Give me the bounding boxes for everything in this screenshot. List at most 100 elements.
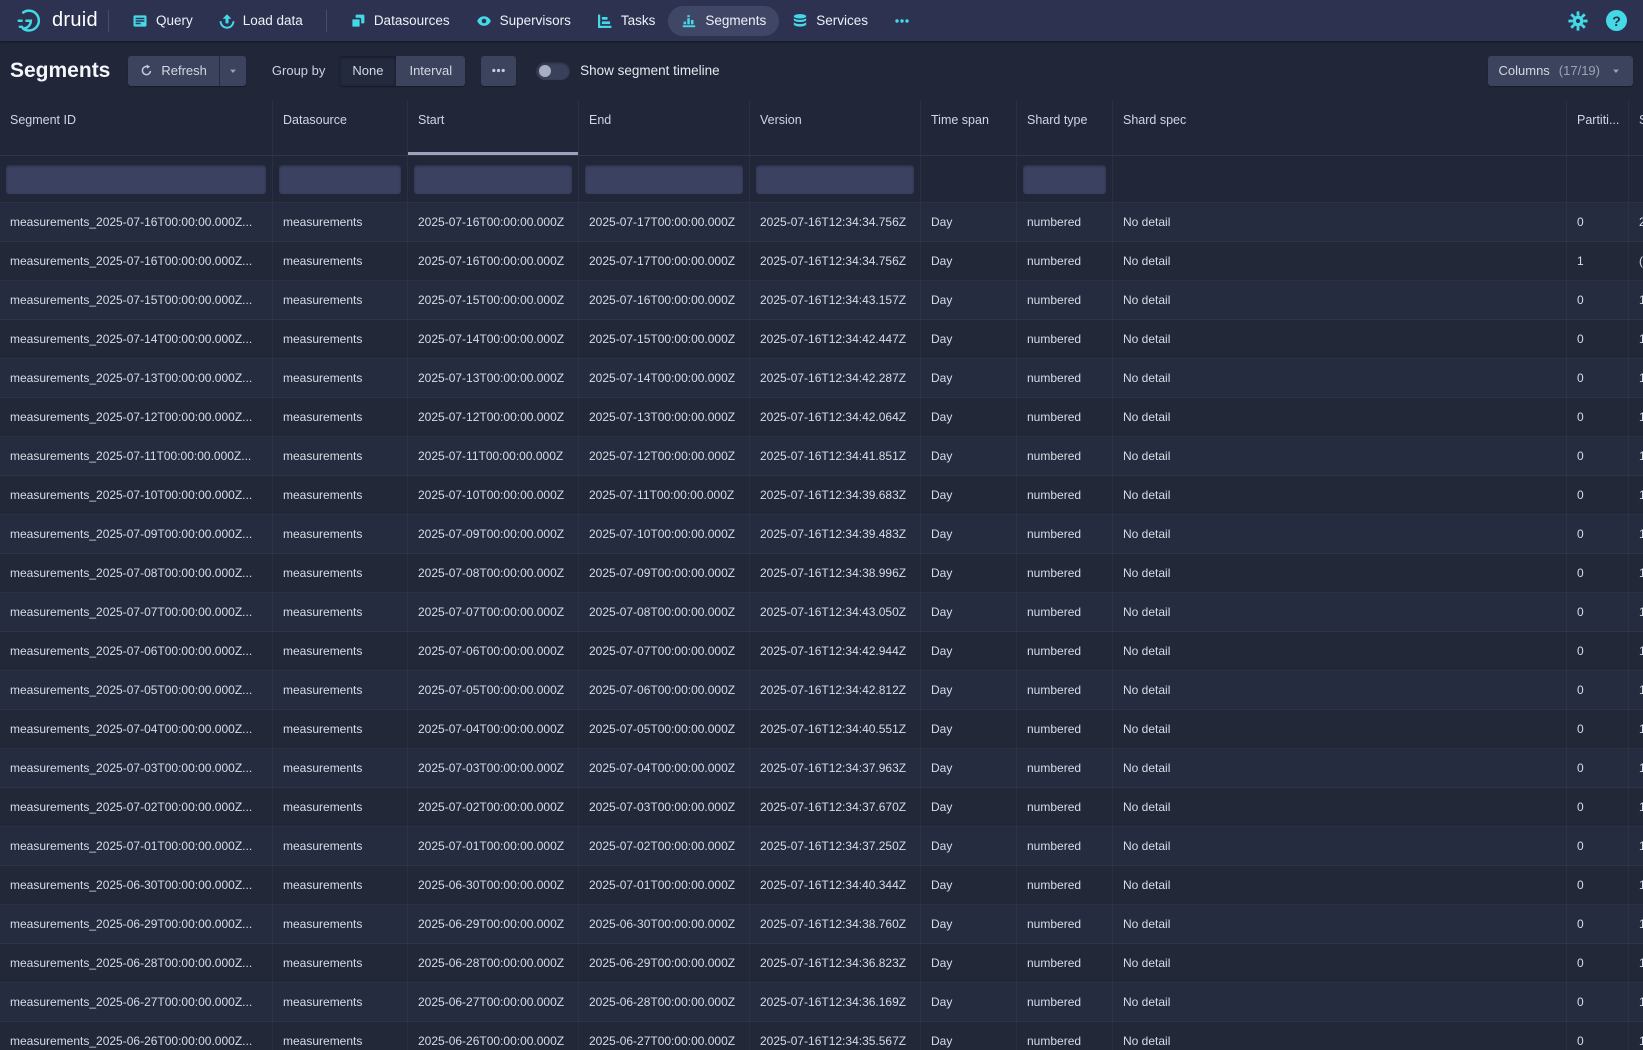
segment-timeline-switch[interactable]: Show segment timeline <box>536 62 720 80</box>
group-by-option-interval[interactable]: Interval <box>396 56 465 86</box>
cell-shard_spec: No detail <box>1113 671 1567 710</box>
columns-button[interactable]: Columns (17/19) <box>1488 56 1634 86</box>
filter-input-shard_type[interactable] <box>1023 165 1106 194</box>
cell-shard_spec: No detail <box>1113 554 1567 593</box>
table-row[interactable]: measurements_2025-07-02T00:00:00.000Z...… <box>0 788 1643 827</box>
table-row[interactable]: measurements_2025-07-13T00:00:00.000Z...… <box>0 359 1643 398</box>
table-row[interactable]: measurements_2025-07-03T00:00:00.000Z...… <box>0 749 1643 788</box>
filter-cell-segment_id <box>0 156 273 202</box>
cell-end: 2025-06-30T00:00:00.000Z <box>579 905 750 944</box>
filter-input-segment_id[interactable] <box>6 165 266 194</box>
col-header-start[interactable]: Start <box>408 100 579 155</box>
table-row[interactable]: measurements_2025-06-30T00:00:00.000Z...… <box>0 866 1643 905</box>
col-header-segment_id[interactable]: Segment ID <box>0 100 273 155</box>
cell-segment_id: measurements_2025-06-30T00:00:00.000Z... <box>0 866 273 905</box>
cell-shard_spec: No detail <box>1113 749 1567 788</box>
table-row[interactable]: measurements_2025-06-27T00:00:00.000Z...… <box>0 983 1643 1022</box>
cell-shard_type: numbered <box>1017 593 1113 632</box>
cell-size: 1 <box>1629 827 1643 866</box>
cell-time_span: Day <box>921 827 1017 866</box>
cell-version: 2025-07-16T12:34:42.447Z <box>750 320 921 359</box>
filter-input-datasource[interactable] <box>279 165 401 194</box>
table-row[interactable]: measurements_2025-07-15T00:00:00.000Z...… <box>0 281 1643 320</box>
filter-input-start[interactable] <box>414 165 572 194</box>
cell-size: 1 <box>1629 476 1643 515</box>
filter-cell-version <box>750 156 921 202</box>
table-row[interactable]: measurements_2025-06-29T00:00:00.000Z...… <box>0 905 1643 944</box>
table-row[interactable]: measurements_2025-07-10T00:00:00.000Z...… <box>0 476 1643 515</box>
table-row[interactable]: measurements_2025-07-16T00:00:00.000Z...… <box>0 242 1643 281</box>
refresh-dropdown-caret[interactable] <box>219 56 246 86</box>
more-options-button[interactable] <box>481 56 516 86</box>
toolbar: Segments Refresh Group by NoneInterval <box>0 41 1643 100</box>
col-header-end[interactable]: End <box>579 100 750 155</box>
cell-shard_spec: No detail <box>1113 632 1567 671</box>
table-row[interactable]: measurements_2025-07-06T00:00:00.000Z...… <box>0 632 1643 671</box>
cell-partition: 0 <box>1567 515 1629 554</box>
group-by-label: Group by <box>272 63 325 78</box>
table-row[interactable]: measurements_2025-07-12T00:00:00.000Z...… <box>0 398 1643 437</box>
tasks-icon <box>597 13 613 29</box>
segments-icon <box>681 13 697 29</box>
refresh-button-main[interactable]: Refresh <box>128 56 219 86</box>
cell-shard_type: numbered <box>1017 242 1113 281</box>
cell-segment_id: measurements_2025-06-26T00:00:00.000Z... <box>0 1022 273 1050</box>
cell-shard_type: numbered <box>1017 671 1113 710</box>
group-by-option-none[interactable]: None <box>339 56 396 86</box>
refresh-button[interactable]: Refresh <box>128 56 246 86</box>
switch-track[interactable] <box>536 62 570 80</box>
cell-segment_id: measurements_2025-07-14T00:00:00.000Z... <box>0 320 273 359</box>
cell-start: 2025-07-02T00:00:00.000Z <box>408 788 579 827</box>
cell-size: 1 <box>1629 398 1643 437</box>
table-row[interactable]: measurements_2025-07-01T00:00:00.000Z...… <box>0 827 1643 866</box>
cell-size: 1 <box>1629 359 1643 398</box>
cell-start: 2025-07-15T00:00:00.000Z <box>408 281 579 320</box>
col-header-shard_type[interactable]: Shard type <box>1017 100 1113 155</box>
nav-item-segments[interactable]: Segments <box>668 6 779 36</box>
table-row[interactable]: measurements_2025-07-14T00:00:00.000Z...… <box>0 320 1643 359</box>
table-row[interactable]: measurements_2025-07-04T00:00:00.000Z...… <box>0 710 1643 749</box>
table-row[interactable]: measurements_2025-07-11T00:00:00.000Z...… <box>0 437 1643 476</box>
table-row[interactable]: measurements_2025-07-08T00:00:00.000Z...… <box>0 554 1643 593</box>
cell-start: 2025-06-30T00:00:00.000Z <box>408 866 579 905</box>
load-data-icon <box>219 13 235 29</box>
cell-time_span: Day <box>921 437 1017 476</box>
nav-item-supervisors[interactable]: Supervisors <box>463 6 584 36</box>
nav-item-load-data[interactable]: Load data <box>206 6 316 36</box>
cell-shard_type: numbered <box>1017 905 1113 944</box>
filter-cell-time_span <box>921 156 1017 202</box>
nav-item-services[interactable]: Services <box>779 6 881 36</box>
col-header-time_span[interactable]: Time span <box>921 100 1017 155</box>
cell-size: 1 <box>1629 1022 1643 1050</box>
cell-start: 2025-07-06T00:00:00.000Z <box>408 632 579 671</box>
cell-shard_spec: No detail <box>1113 281 1567 320</box>
cell-start: 2025-07-16T00:00:00.000Z <box>408 242 579 281</box>
cell-end: 2025-07-08T00:00:00.000Z <box>579 593 750 632</box>
table-row[interactable]: measurements_2025-07-05T00:00:00.000Z...… <box>0 671 1643 710</box>
settings-gear-icon[interactable] <box>1568 11 1588 31</box>
table-row[interactable]: measurements_2025-07-07T00:00:00.000Z...… <box>0 593 1643 632</box>
filter-input-end[interactable] <box>585 165 743 194</box>
nav-item-more[interactable] <box>881 6 923 36</box>
cell-end: 2025-06-28T00:00:00.000Z <box>579 983 750 1022</box>
nav-item-tasks[interactable]: Tasks <box>584 6 669 36</box>
cell-shard_type: numbered <box>1017 476 1113 515</box>
cell-shard_type: numbered <box>1017 515 1113 554</box>
table-row[interactable]: measurements_2025-07-09T00:00:00.000Z...… <box>0 515 1643 554</box>
table-row[interactable]: measurements_2025-06-26T00:00:00.000Z...… <box>0 1022 1643 1050</box>
topbar-right: ? <box>1568 10 1643 31</box>
filter-input-version[interactable] <box>756 165 914 194</box>
druid-logo[interactable]: druid <box>16 7 98 34</box>
nav-item-datasources[interactable]: Datasources <box>337 6 463 36</box>
col-header-partition[interactable]: Partiti... <box>1567 100 1629 155</box>
cell-size: 1 <box>1629 281 1643 320</box>
col-header-version[interactable]: Version <box>750 100 921 155</box>
help-icon[interactable]: ? <box>1606 10 1627 31</box>
col-header-datasource[interactable]: Datasource <box>273 100 408 155</box>
nav-item-query[interactable]: Query <box>119 6 206 36</box>
col-header-shard_spec[interactable]: Shard spec <box>1113 100 1567 155</box>
table-row[interactable]: measurements_2025-07-16T00:00:00.000Z...… <box>0 203 1643 242</box>
cell-time_span: Day <box>921 359 1017 398</box>
table-row[interactable]: measurements_2025-06-28T00:00:00.000Z...… <box>0 944 1643 983</box>
col-header-size[interactable]: S <box>1629 100 1643 155</box>
